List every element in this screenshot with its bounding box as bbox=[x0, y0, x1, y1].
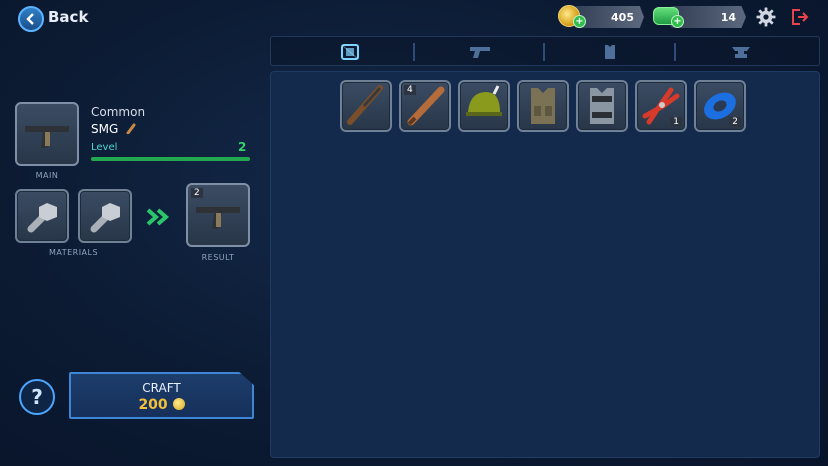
pistol-icon bbox=[470, 47, 490, 58]
chevron-left-icon bbox=[26, 13, 34, 25]
inventory-slot[interactable]: 2 bbox=[694, 80, 746, 132]
bolt-icon bbox=[27, 203, 57, 233]
result-quantity: 2 bbox=[191, 188, 203, 198]
inventory-slot[interactable]: 1 bbox=[635, 80, 687, 132]
inventory-slot[interactable]: 4 bbox=[399, 80, 451, 132]
result-slot[interactable]: 2 bbox=[186, 183, 250, 247]
help-button[interactable]: ? bbox=[19, 379, 55, 415]
level-value: 2 bbox=[238, 140, 247, 154]
crate-icon bbox=[341, 44, 359, 60]
item-quantity: 2 bbox=[729, 117, 741, 127]
item-rarity: Common bbox=[91, 105, 146, 119]
vest-icon bbox=[605, 45, 615, 59]
ammo-icon bbox=[126, 123, 136, 135]
material-slot[interactable] bbox=[15, 189, 69, 243]
item-quantity: 4 bbox=[404, 85, 416, 95]
craft-cost-value: 200 bbox=[138, 397, 168, 413]
add-cash-button[interactable]: + bbox=[671, 15, 684, 28]
bolt-icon bbox=[90, 203, 120, 233]
anvil-icon bbox=[732, 47, 750, 58]
inventory-slot[interactable] bbox=[340, 80, 392, 132]
main-item-slot[interactable] bbox=[15, 102, 79, 166]
inventory-slot[interactable] bbox=[517, 80, 569, 132]
helmet-icon bbox=[466, 85, 502, 116]
gear-icon[interactable] bbox=[756, 7, 776, 27]
double-chevron-right-icon bbox=[146, 208, 170, 226]
item-quantity: 1 bbox=[670, 117, 682, 127]
level-label: Level bbox=[91, 142, 118, 153]
material-slot[interactable] bbox=[78, 189, 132, 243]
back-label[interactable]: Back bbox=[48, 8, 88, 26]
category-tabs bbox=[270, 36, 820, 66]
body-armor-icon bbox=[590, 88, 614, 124]
level-progress-bar bbox=[91, 157, 250, 161]
main-caption: MAIN bbox=[35, 171, 59, 180]
shotgun-icon bbox=[347, 85, 383, 125]
tab-weapons[interactable] bbox=[415, 37, 545, 67]
coins-value: 405 bbox=[611, 10, 634, 24]
craft-button[interactable]: CRAFT 200 bbox=[69, 372, 254, 419]
coin-icon bbox=[172, 398, 185, 410]
materials-caption: MATERIALS bbox=[48, 248, 99, 257]
result-caption: RESULT bbox=[201, 253, 235, 262]
tactical-vest-icon bbox=[531, 88, 555, 124]
item-name: SMG bbox=[91, 122, 137, 136]
tab-armor[interactable] bbox=[545, 37, 675, 67]
craft-label: CRAFT bbox=[142, 381, 181, 395]
tab-anvil[interactable] bbox=[676, 37, 806, 67]
craft-cost: 200 bbox=[71, 397, 252, 413]
exit-icon[interactable] bbox=[791, 8, 809, 26]
smg-icon bbox=[25, 126, 69, 148]
add-coins-button[interactable]: + bbox=[573, 15, 586, 28]
tab-crate[interactable] bbox=[285, 37, 415, 67]
inventory-slot[interactable] bbox=[576, 80, 628, 132]
cash-value: 14 bbox=[720, 10, 736, 24]
item-name-text: SMG bbox=[91, 122, 119, 136]
back-button[interactable] bbox=[18, 6, 44, 32]
inventory-slot[interactable] bbox=[458, 80, 510, 132]
